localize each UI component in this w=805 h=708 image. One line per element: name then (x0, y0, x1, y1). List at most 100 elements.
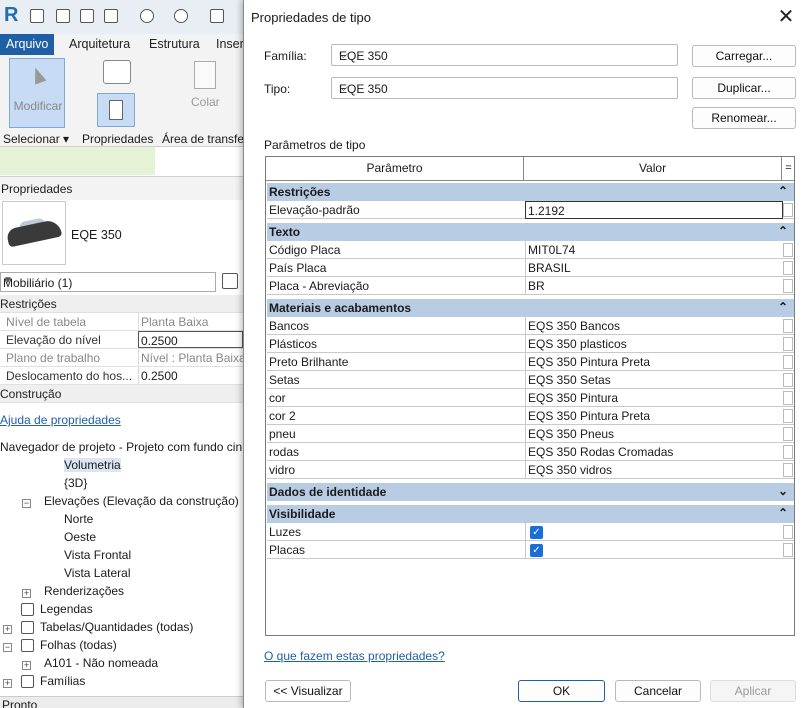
formula-cell[interactable] (783, 427, 793, 441)
save-icon[interactable] (80, 9, 94, 23)
param-value[interactable]: EQS 350 Rodas Cromadas (525, 443, 783, 461)
properties-toggle-button[interactable] (97, 93, 135, 127)
formula-cell[interactable] (783, 355, 793, 369)
browser-item-oeste[interactable]: Oeste (64, 530, 96, 544)
param-value[interactable]: MIT0L74 (525, 241, 783, 259)
renomear-button[interactable]: Renomear... (692, 107, 796, 129)
prop-value-input[interactable]: 0.2500 (138, 367, 243, 384)
browser-item-familias[interactable]: Famílias (40, 674, 85, 688)
collapse-toggle-icon[interactable]: − (3, 643, 12, 652)
browser-item-renderizacoes[interactable]: Renderizações (44, 584, 124, 598)
section-title: Visibilidade (269, 507, 336, 521)
placas-checkbox[interactable]: ✓ (530, 544, 543, 557)
browser-item-legendas[interactable]: Legendas (40, 602, 93, 616)
section-restricoes[interactable]: Restrições ⌃ (267, 183, 794, 201)
param-value[interactable]: EQS 350 Bancos (525, 317, 783, 335)
expand-toggle-icon[interactable]: + (22, 589, 31, 598)
col-parametro[interactable]: Parâmetro (266, 157, 524, 181)
section-materiais[interactable]: Materiais e acabamentos ⌃ (267, 299, 794, 317)
formula-cell[interactable] (783, 243, 793, 257)
browser-item-norte[interactable]: Norte (64, 512, 93, 526)
clipboard-panel-label: Área de transfe (162, 132, 245, 146)
section-texto[interactable]: Texto ⌃ (267, 223, 794, 241)
redo-icon[interactable] (174, 9, 188, 23)
formula-cell[interactable] (783, 337, 793, 351)
section-visibilidade[interactable]: Visibilidade ⌃ (267, 505, 794, 523)
browser-item-3d[interactable]: {3D} (64, 476, 87, 490)
help-link[interactable]: O que fazem estas propriedades? (264, 649, 445, 663)
familia-select[interactable]: EQE 350 ⌵ (331, 44, 678, 66)
cancelar-button[interactable]: Cancelar (615, 680, 701, 702)
expand-toggle-icon[interactable]: + (22, 661, 31, 670)
sync-icon[interactable] (104, 9, 118, 23)
edit-type-icon[interactable] (222, 273, 238, 289)
formula-cell[interactable] (783, 391, 793, 405)
formula-cell[interactable] (783, 373, 793, 387)
param-value[interactable]: EQS 350 Setas (525, 371, 783, 389)
collapse-icon[interactable]: ⌃ (778, 506, 788, 520)
prop-section-construcao[interactable]: Construção (0, 385, 243, 403)
param-value[interactable]: BR (525, 277, 783, 295)
collapse-icon[interactable]: ⌃ (778, 184, 788, 198)
formula-cell[interactable] (783, 279, 793, 293)
browser-item-volumetria[interactable]: Volumetria (64, 458, 121, 472)
formula-cell[interactable] (783, 203, 793, 217)
expand-toggle-icon[interactable]: + (3, 625, 12, 634)
col-valor[interactable]: Valor (524, 157, 782, 181)
instance-filter-select[interactable]: Mobiliário (1) ▼ (0, 272, 216, 292)
expand-icon[interactable]: ⌄ (778, 484, 788, 498)
browser-item-vista-frontal[interactable]: Vista Frontal (64, 548, 131, 562)
formula-cell[interactable] (783, 525, 793, 539)
expand-toggle-icon[interactable]: + (3, 679, 12, 688)
revit-logo[interactable]: R (4, 4, 18, 27)
print-icon[interactable] (210, 9, 224, 23)
paste-icon[interactable] (194, 61, 216, 89)
luzes-checkbox[interactable]: ✓ (530, 526, 543, 539)
browser-item-a101[interactable]: A101 - Não nomeada (44, 656, 158, 670)
formula-cell[interactable] (783, 543, 793, 557)
formula-cell[interactable] (783, 261, 793, 275)
properties-help-link[interactable]: Ajuda de propriedades (0, 413, 121, 427)
formula-cell[interactable] (783, 319, 793, 333)
collapse-icon[interactable]: ⌃ (778, 224, 788, 238)
formula-cell[interactable] (783, 463, 793, 477)
car-body-shape (5, 218, 63, 248)
col-formula[interactable]: = (783, 157, 794, 181)
formula-cell[interactable] (783, 409, 793, 423)
param-value[interactable]: BRASIL (525, 259, 783, 277)
browser-item-tabelas[interactable]: Tabelas/Quantidades (todas) (40, 620, 193, 634)
duplicar-button[interactable]: Duplicar... (692, 77, 796, 99)
tab-arquitetura[interactable]: Arquitetura (63, 34, 136, 55)
modificar-button[interactable]: Modificar (9, 58, 65, 128)
selecionar-panel-label[interactable]: Selecionar ▾ (3, 132, 69, 146)
prop-value-input[interactable]: 0.2500 (138, 331, 243, 348)
collapse-toggle-icon[interactable]: − (22, 499, 31, 508)
param-value[interactable]: EQS 350 Pintura Preta (525, 353, 783, 371)
browser-item-vista-lateral[interactable]: Vista Lateral (64, 566, 131, 580)
param-value[interactable]: EQS 350 Pneus (525, 425, 783, 443)
tab-estrutura[interactable]: Estrutura (143, 34, 206, 55)
param-value[interactable]: EQS 350 Pintura Preta (525, 407, 783, 425)
formula-cell[interactable] (783, 445, 793, 459)
open-icon[interactable] (56, 9, 70, 23)
collapse-icon[interactable]: ⌃ (778, 300, 788, 314)
carregar-button[interactable]: Carregar... (692, 45, 796, 67)
param-value[interactable]: EQS 350 vidros (525, 461, 783, 479)
param-row: Bancos EQS 350 Bancos (267, 317, 794, 335)
close-icon[interactable]: ✕ (769, 2, 803, 32)
section-dados-identidade[interactable]: Dados de identidade ⌄ (267, 483, 794, 501)
param-value[interactable]: EQS 350 Pintura (525, 389, 783, 407)
tab-arquivo[interactable]: Arquivo (0, 34, 55, 55)
home-icon[interactable] (30, 9, 44, 23)
param-value[interactable]: EQS 350 plasticos (525, 335, 783, 353)
aplicar-button[interactable]: Aplicar (710, 680, 796, 702)
undo-icon[interactable] (140, 9, 154, 23)
param-value-input[interactable]: 1.2192 (525, 201, 783, 219)
tipo-select[interactable]: EQE 350 ⌵ (331, 77, 678, 99)
prop-section-restricoes[interactable]: Restrições (0, 295, 243, 313)
ok-button[interactable]: OK (518, 680, 605, 702)
browser-item-folhas[interactable]: Folhas (todas) (40, 638, 117, 652)
type-properties-icon[interactable] (103, 60, 131, 84)
visualizar-button[interactable]: << Visualizar (265, 680, 351, 702)
browser-item-elevacoes[interactable]: Elevações (Elevação da construção) (44, 494, 239, 508)
